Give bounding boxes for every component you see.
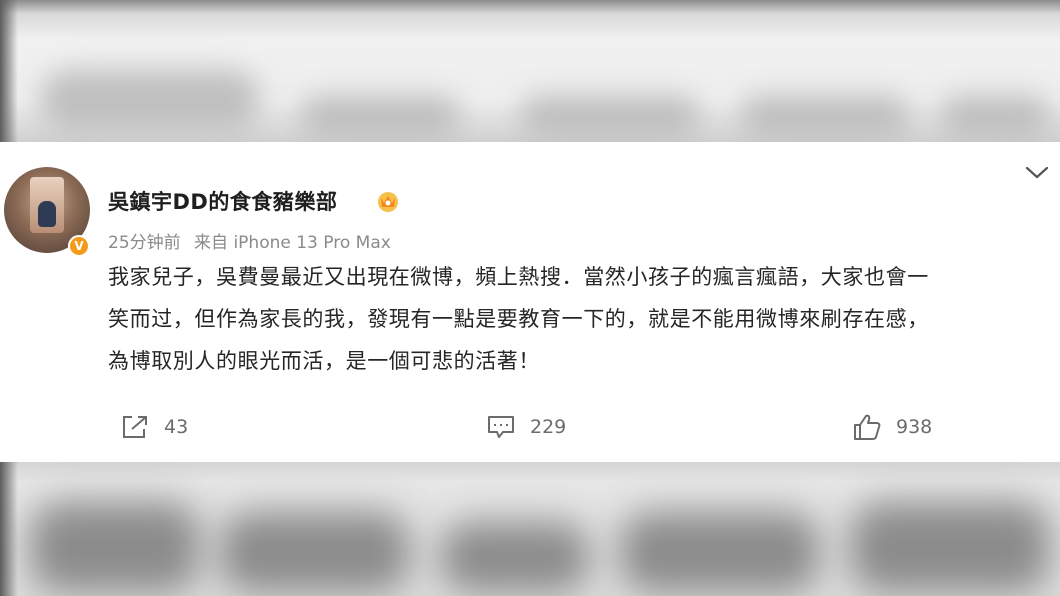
edge-shadow: [0, 0, 18, 142]
like-count: 938: [896, 416, 933, 438]
chevron-down-icon[interactable]: [1024, 164, 1050, 182]
post-text-line: 笑而过，但作為家長的我，發現有一點是要教育一下的，就是不能用微博來刷存在感，: [108, 307, 929, 331]
vip-crown-icon[interactable]: [375, 189, 401, 213]
post-text: 我家兒子，吳費曼最近又出現在微博，頻上熱搜．當然小孩子的瘋言瘋語，大家也會一 笑…: [108, 256, 1040, 382]
repost-icon: [123, 416, 147, 438]
like-button[interactable]: 938: [852, 412, 932, 442]
repost-count: 43: [164, 416, 189, 438]
like-icon: [854, 414, 881, 440]
post-text-line: 為博取別人的眼光而活，是一個可悲的活著！: [108, 349, 540, 373]
weibo-post-card: V 吳鎮宇DD的食食豬樂部 25分钟前 来自 iPhone 13 Pro Max…: [0, 142, 1060, 462]
comment-count: 229: [530, 416, 567, 438]
post-time[interactable]: 25分钟前: [108, 233, 181, 253]
post-text-line: 我家兒子，吳費曼最近又出現在微博，頻上熱搜．當然小孩子的瘋言瘋語，大家也會一: [108, 265, 929, 289]
post-meta: 25分钟前 来自 iPhone 13 Pro Max: [108, 228, 399, 253]
repost-button[interactable]: 43: [120, 412, 188, 442]
blurred-next-post: [0, 462, 1060, 596]
post-source: 来自 iPhone 13 Pro Max: [194, 233, 391, 253]
avatar-figure: [38, 201, 56, 227]
username[interactable]: 吳鎮宇DD的食食豬樂部: [108, 186, 337, 216]
blurred-previous-post: [0, 0, 1060, 142]
edge-shadow: [0, 462, 18, 596]
verified-icon: V: [68, 235, 90, 257]
comment-icon: [488, 416, 514, 438]
comment-button[interactable]: 229: [486, 412, 566, 442]
